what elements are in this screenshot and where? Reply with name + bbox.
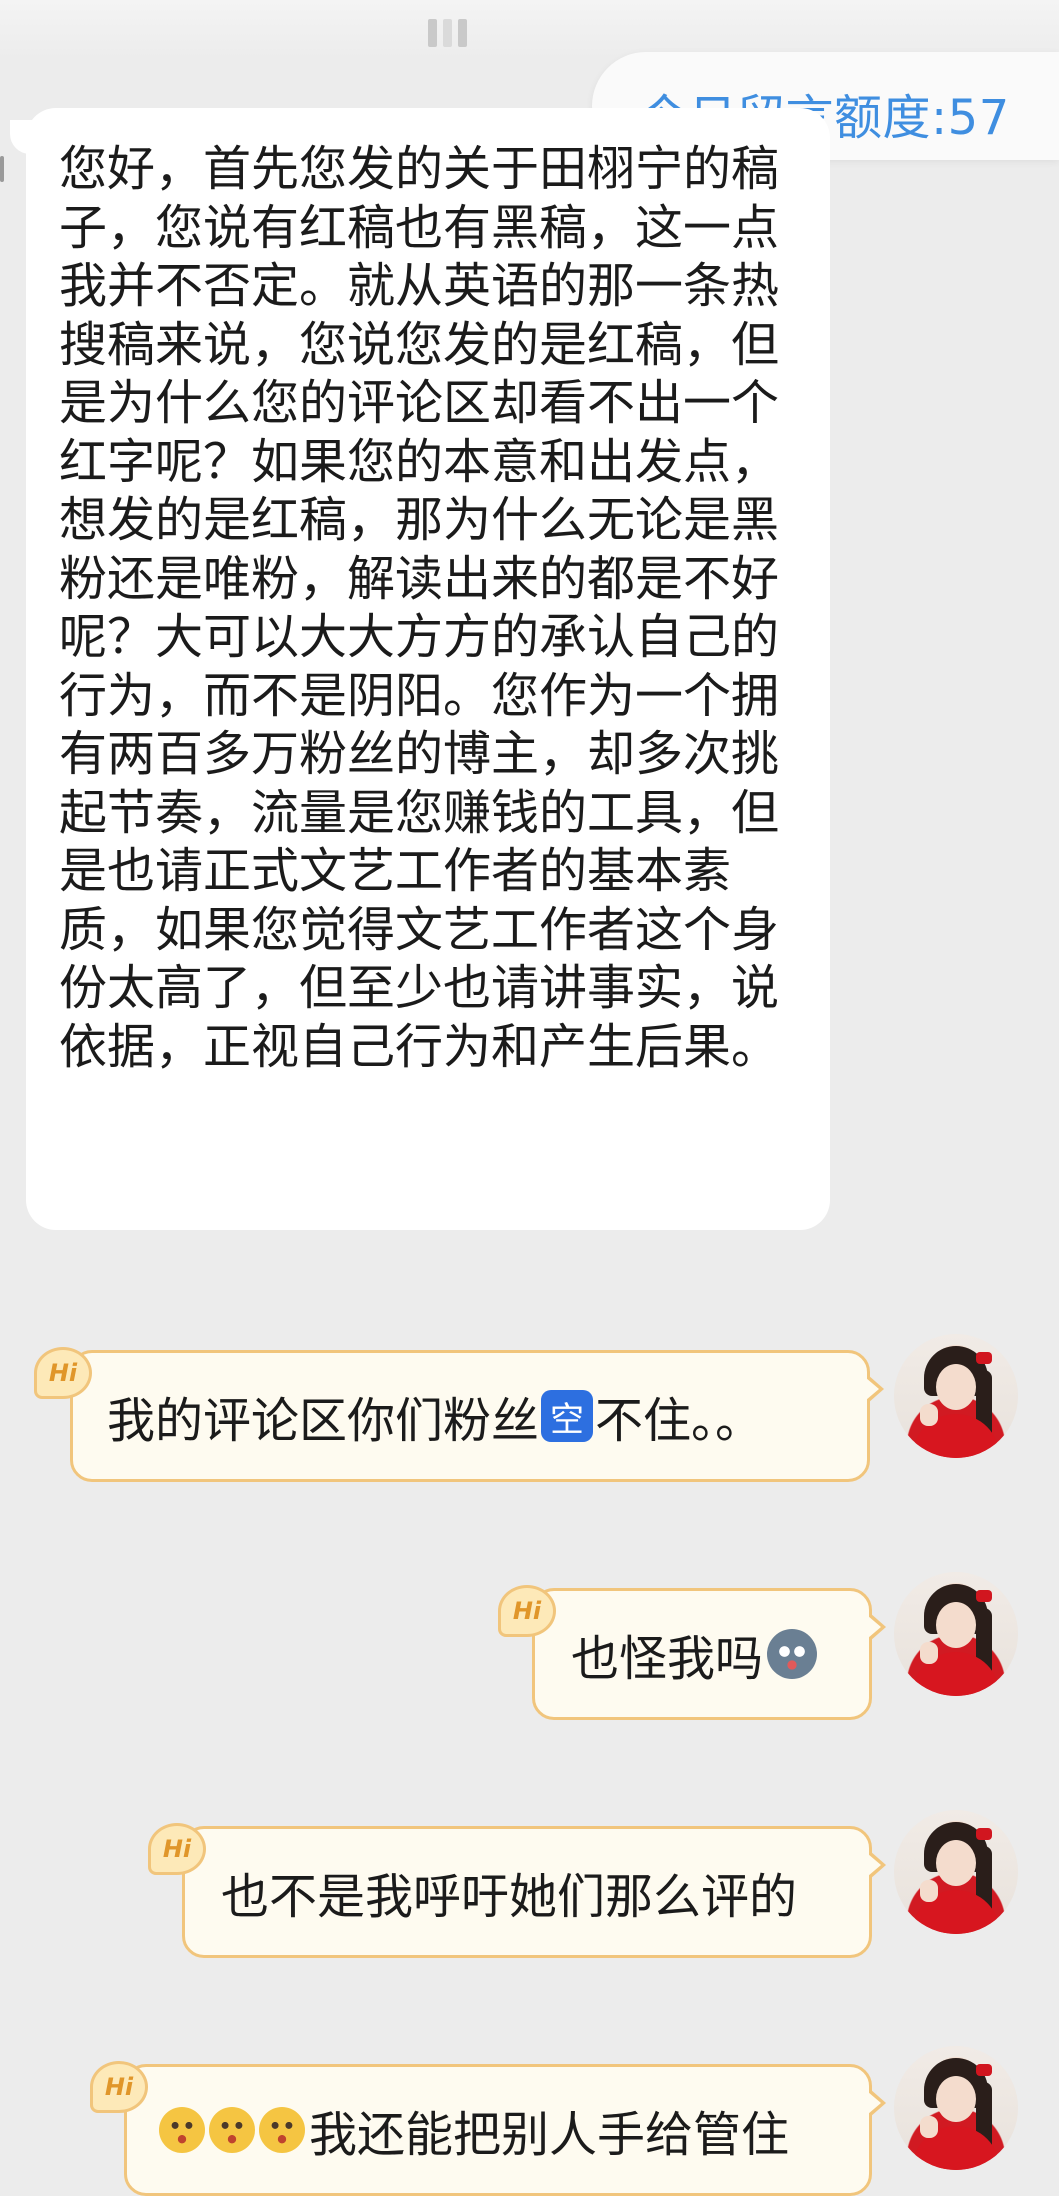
smirk-emoji-icon [159, 2107, 205, 2153]
signal-icon [405, 18, 489, 48]
incoming-message-text: 您好，首先您发的关于田栩宁的稿子，您说有红稿也有黑稿，这一点我并不否定。就从英语… [59, 141, 780, 1075]
avatar[interactable] [894, 1334, 1018, 1458]
husky-emoji-icon [767, 1629, 818, 1679]
reply-text-1-post: 不住。。 [595, 1393, 764, 1449]
reply-bubble-3[interactable]: 也不是我呼吁她们那么评的 [182, 1826, 886, 1958]
hi-badge-icon: Hi [498, 1585, 556, 1637]
reply-text-4: 我还能把别人手给管住 [309, 2107, 790, 2163]
top-bar [0, 0, 1059, 60]
reply-bubble-2[interactable]: 也怪我吗 [532, 1588, 886, 1720]
reply-bubble-4[interactable]: 我还能把别人手给管住 [124, 2064, 886, 2196]
incoming-message-bubble[interactable]: 您好，首先您发的关于田栩宁的稿子，您说有红稿也有黑稿，这一点我并不否定。就从英语… [26, 108, 830, 1230]
hi-badge-icon: Hi [34, 1347, 92, 1399]
hi-badge-icon: Hi [90, 2061, 148, 2113]
reply-text-2: 也怪我吗 [571, 1631, 764, 1687]
reply-text-3: 也不是我呼吁她们那么评的 [221, 1869, 798, 1925]
kong-emoji-icon: 空 [541, 1390, 594, 1442]
scroll-edge-indicator [0, 156, 4, 182]
reply-text-1-pre: 我的评论区你们粉丝 [107, 1393, 540, 1449]
avatar[interactable] [894, 1810, 1018, 1934]
reply-bubble-1[interactable]: 我的评论区你们粉丝空不住。。 [70, 1350, 884, 1482]
smirk-emoji-icon [209, 2107, 255, 2153]
smirk-emoji-icon [259, 2107, 305, 2153]
hi-badge-icon: Hi [148, 1823, 206, 1875]
avatar[interactable] [894, 2046, 1018, 2170]
avatar[interactable] [894, 1572, 1018, 1696]
